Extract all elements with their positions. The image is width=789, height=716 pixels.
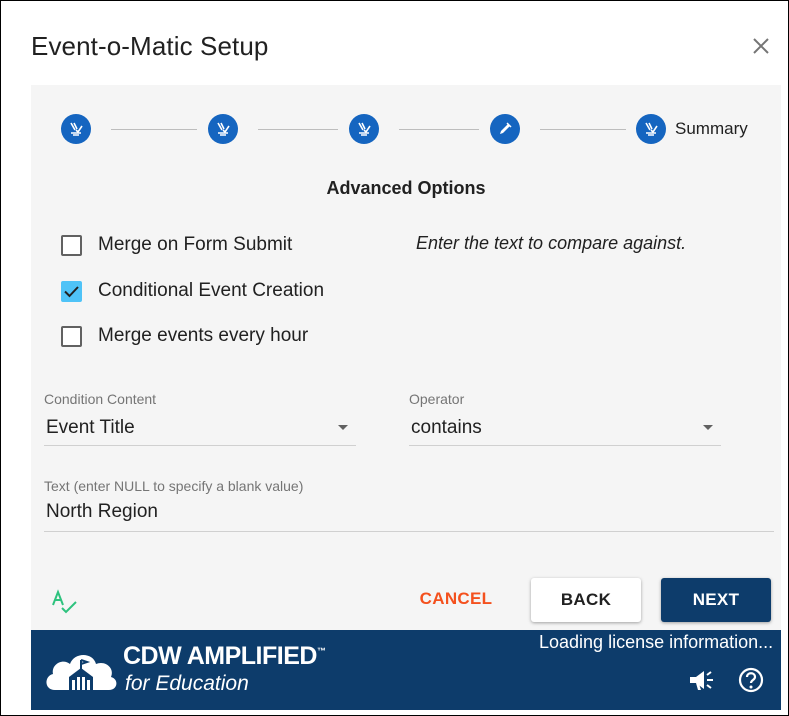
- operator-value: contains: [411, 417, 482, 438]
- merge-on-form-submit-label: Merge on Form Submit: [98, 234, 293, 255]
- dialog-title: Event-o-Matic Setup: [31, 31, 269, 61]
- brand-name: CDW AMPLIFIED™: [123, 642, 326, 670]
- step-connector: [111, 129, 197, 130]
- dropdown-arrow-icon: [338, 425, 348, 430]
- step-2[interactable]: [208, 114, 238, 144]
- merge-on-form-submit-option[interactable]: Merge on Form Submit: [61, 231, 292, 259]
- wand-check-icon: [358, 122, 371, 136]
- step-4[interactable]: [490, 114, 520, 144]
- conditional-event-creation-label: Conditional Event Creation: [98, 280, 325, 301]
- step-connector: [399, 129, 479, 130]
- wand-check-icon: [645, 122, 658, 136]
- compare-hint: Enter the text to compare against.: [416, 233, 687, 253]
- brand-subtitle: for Education: [125, 672, 249, 695]
- megaphone-icon[interactable]: [686, 666, 716, 694]
- condition-content-select[interactable]: Event Title: [44, 411, 356, 446]
- step-1[interactable]: [61, 114, 91, 144]
- dropdown-arrow-icon: [703, 425, 713, 430]
- wand-check-icon: [217, 122, 230, 136]
- condition-content-label: Condition Content: [44, 391, 157, 407]
- step-3[interactable]: [349, 114, 379, 144]
- checkmark-icon: [64, 285, 79, 297]
- merge-events-every-hour-option[interactable]: Merge events every hour: [61, 322, 308, 350]
- trademark-mark: ™: [316, 646, 326, 656]
- text-input[interactable]: [46, 501, 766, 523]
- step-5[interactable]: [636, 114, 666, 144]
- pencil-icon: [500, 122, 512, 134]
- license-status: Loading license information...: [539, 632, 774, 652]
- cloud-schoolhouse-logo-icon: [46, 655, 117, 690]
- conditional-event-creation-checkbox[interactable]: [61, 280, 82, 302]
- setup-dialog: Event-o-Matic Setup Summary Advanced Opt…: [0, 0, 789, 716]
- brand-footer: CDW AMPLIFIED™ for Education Loading lic…: [31, 630, 781, 710]
- step-connector: [540, 129, 626, 130]
- condition-content-value: Event Title: [46, 417, 135, 438]
- wand-check-icon: [70, 122, 83, 136]
- content-panel: Summary Advanced Options Merge on Form S…: [31, 85, 781, 630]
- merge-events-every-hour-label: Merge events every hour: [98, 325, 309, 346]
- merge-on-form-submit-checkbox[interactable]: [61, 234, 82, 256]
- text-field[interactable]: [44, 495, 774, 532]
- step-connector: [258, 129, 338, 130]
- conditional-event-creation-option[interactable]: Conditional Event Creation: [61, 277, 324, 305]
- merge-events-every-hour-checkbox[interactable]: [61, 325, 82, 347]
- help-circle-icon[interactable]: [736, 666, 766, 694]
- step-label-summary: Summary: [675, 119, 748, 138]
- text-field-label: Text (enter NULL to specify a blank valu…: [44, 478, 304, 494]
- spellcheck-icon[interactable]: [50, 587, 80, 617]
- operator-label: Operator: [409, 391, 465, 407]
- close-icon[interactable]: [749, 34, 773, 58]
- section-title: Advanced Options: [326, 178, 486, 198]
- back-button[interactable]: BACK: [531, 578, 641, 622]
- next-button[interactable]: NEXT: [661, 578, 771, 622]
- operator-select[interactable]: contains: [409, 411, 721, 446]
- cancel-button[interactable]: CANCEL: [406, 577, 506, 621]
